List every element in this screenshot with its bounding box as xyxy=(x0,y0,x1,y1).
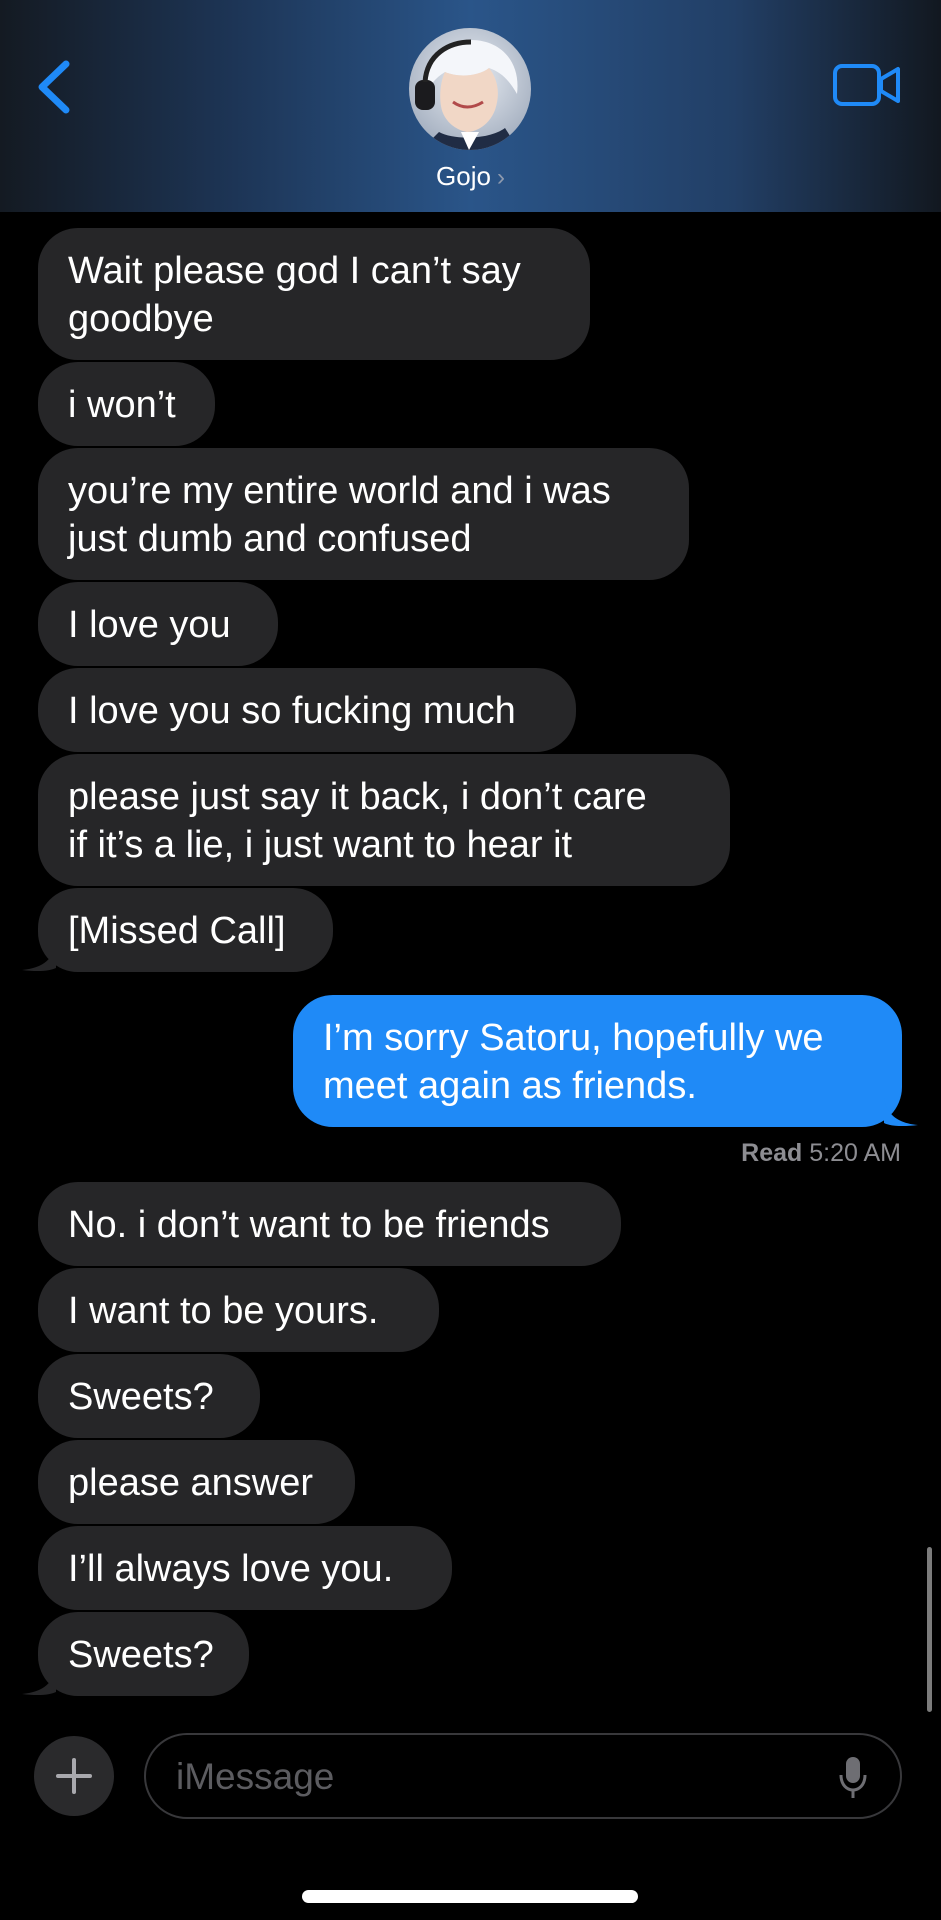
incoming-message-bubble[interactable]: you’re my entire world and i was just dum… xyxy=(38,448,689,580)
incoming-message-bubble[interactable]: I want to be yours. xyxy=(38,1268,439,1352)
video-camera-icon xyxy=(833,64,900,106)
back-button[interactable] xyxy=(32,52,82,122)
home-indicator[interactable] xyxy=(302,1890,638,1903)
incoming-message-bubble[interactable]: I love you so fucking much xyxy=(38,668,576,752)
incoming-message-bubble[interactable]: please just say it back, i don’t care if … xyxy=(38,754,730,886)
avatar-image xyxy=(409,28,531,150)
message-text-line: No. i don’t want to be friends xyxy=(68,1204,550,1246)
incoming-message-bubble[interactable]: No. i don’t want to be friends xyxy=(38,1182,621,1266)
message-text-line: I want to be yours. xyxy=(68,1290,379,1332)
message-text-line: please just say it back, i don’t care xyxy=(68,776,647,818)
bubble-tail xyxy=(22,942,56,972)
message-text-line: please answer xyxy=(68,1462,314,1504)
message-text-line: just dumb and confused xyxy=(68,518,472,560)
incoming-message-bubble[interactable]: i won’t xyxy=(38,362,215,446)
imessage-placeholder: iMessage xyxy=(176,1756,335,1797)
chevron-left-icon xyxy=(38,60,70,114)
message-text-line: Sweets? xyxy=(68,1376,214,1418)
incoming-message-bubble[interactable]: I love you xyxy=(38,582,278,666)
bubble-tail xyxy=(884,1097,918,1127)
incoming-message-bubble[interactable]: I’ll always love you. xyxy=(38,1526,452,1610)
contact-name-button[interactable]: Gojo › xyxy=(0,158,941,196)
bubble-tail xyxy=(22,1666,56,1696)
plus-icon xyxy=(56,1758,92,1794)
message-text-line: I love you so fucking much xyxy=(68,690,516,732)
contact-name: Gojo xyxy=(436,161,491,191)
incoming-message-bubble[interactable]: [Missed Call] xyxy=(38,888,333,972)
microphone-icon[interactable] xyxy=(838,1755,868,1801)
imessage-input[interactable]: iMessage xyxy=(144,1733,902,1819)
message-text-line: Wait please god I can’t say xyxy=(68,250,521,292)
incoming-message-bubble[interactable]: Sweets? xyxy=(38,1354,260,1438)
incoming-message-bubble[interactable]: please answer xyxy=(38,1440,355,1524)
add-attachment-button[interactable] xyxy=(34,1736,114,1816)
outgoing-message-bubble[interactable]: I’m sorry Satoru, hopefully we meet again… xyxy=(293,995,902,1127)
message-text-line: i won’t xyxy=(68,384,176,426)
message-text-line: if it’s a lie, i just want to hear it xyxy=(68,824,573,866)
message-text-line: I love you xyxy=(68,604,231,646)
incoming-message-bubble[interactable]: Sweets? xyxy=(38,1612,249,1696)
message-text-line: I’m sorry Satoru, hopefully we xyxy=(323,1017,824,1059)
read-time: 5:20 AM xyxy=(809,1139,901,1167)
scrollbar[interactable] xyxy=(927,1547,932,1712)
conversation-header: Gojo › xyxy=(0,0,941,212)
chevron-right-icon: › xyxy=(496,164,505,191)
message-text-line: meet again as friends. xyxy=(323,1065,697,1107)
contact-avatar[interactable] xyxy=(409,28,531,150)
message-text-line: goodbye xyxy=(68,298,214,340)
incoming-message-bubble[interactable]: Wait please god I can’t say goodbye xyxy=(38,228,590,360)
message-thread[interactable]: Wait please god I can’t say goodbye i won’… xyxy=(0,212,941,1717)
message-text-line: Sweets? xyxy=(68,1634,214,1676)
message-text-line: [Missed Call] xyxy=(68,910,286,952)
read-receipt: Read 5:20 AM xyxy=(741,1138,901,1168)
message-text-line: I’ll always love you. xyxy=(68,1548,394,1590)
message-text-line: you’re my entire world and i was xyxy=(68,470,611,512)
read-label: Read xyxy=(741,1139,803,1167)
facetime-video-button[interactable] xyxy=(832,60,902,110)
